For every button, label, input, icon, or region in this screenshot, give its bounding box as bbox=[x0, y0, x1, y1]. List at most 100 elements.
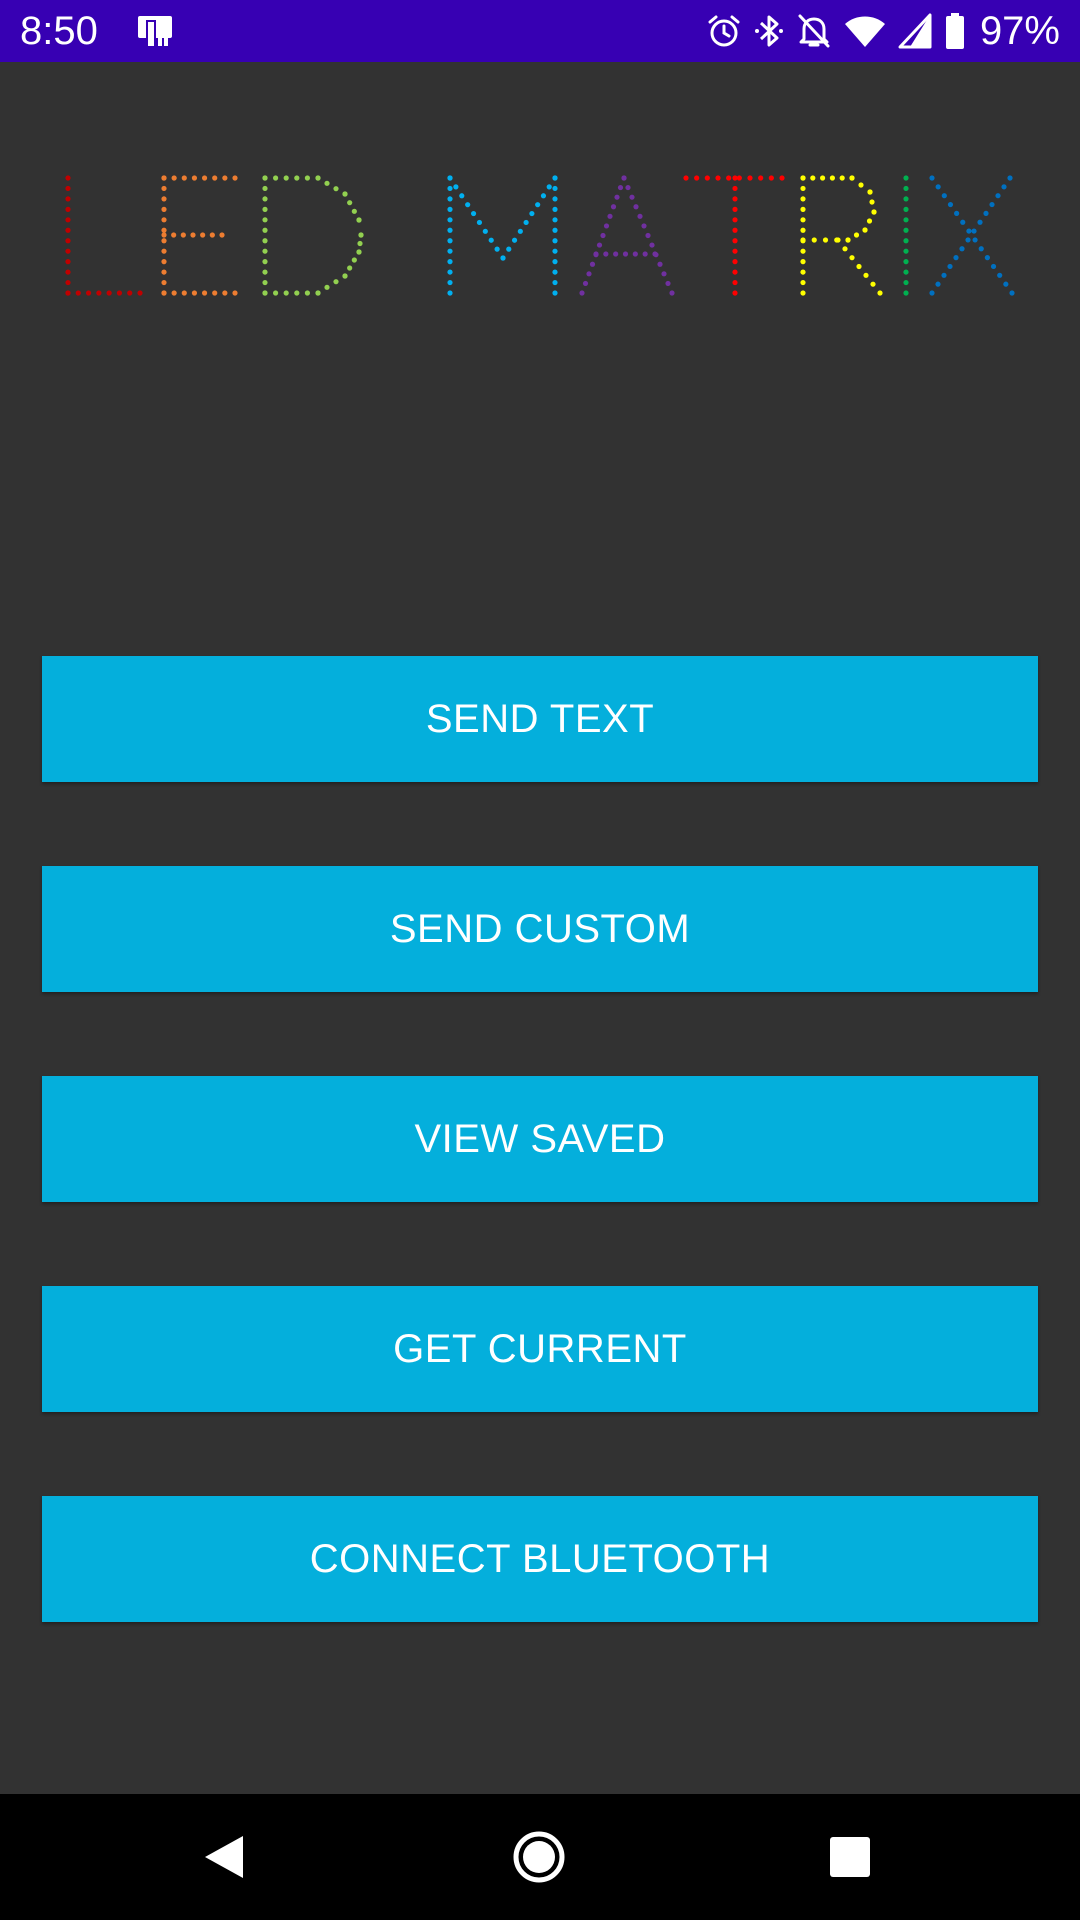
led-dot bbox=[506, 246, 512, 252]
led-dot bbox=[1009, 290, 1015, 296]
led-dot bbox=[65, 217, 71, 223]
led-dot bbox=[342, 191, 348, 197]
led-dot bbox=[715, 175, 721, 181]
led-dot bbox=[161, 232, 167, 238]
led-dot bbox=[262, 175, 268, 181]
led-dot bbox=[470, 210, 477, 217]
led-dot bbox=[669, 290, 675, 296]
led-dot bbox=[935, 184, 941, 190]
led-dot bbox=[304, 290, 310, 296]
led-dot bbox=[181, 290, 187, 296]
led-dot bbox=[447, 238, 453, 244]
led-dot bbox=[65, 238, 71, 244]
led-dot bbox=[552, 196, 558, 202]
led-dot bbox=[903, 217, 909, 223]
led-dot bbox=[85, 290, 92, 296]
led-dot bbox=[947, 201, 954, 208]
led-dot bbox=[829, 175, 836, 181]
connect-bluetooth-button[interactable]: CONNECT BLUETOOTH bbox=[42, 1496, 1038, 1622]
status-bar: 8:50 97% bbox=[0, 0, 1080, 62]
get-current-button[interactable]: GET CURRENT bbox=[42, 1286, 1038, 1412]
led-dot bbox=[959, 246, 965, 252]
led-dot bbox=[989, 201, 995, 208]
send-text-button[interactable]: SEND TEXT bbox=[42, 656, 1038, 782]
led-dot bbox=[822, 237, 829, 243]
status-icons: 97% bbox=[700, 8, 1060, 54]
led-dot bbox=[96, 290, 102, 296]
led-dot bbox=[903, 259, 909, 265]
led-dot bbox=[476, 219, 483, 226]
led-dot bbox=[800, 259, 806, 265]
led-dot bbox=[127, 290, 133, 296]
led-dot bbox=[811, 237, 817, 243]
led-dot bbox=[1001, 184, 1007, 190]
home-icon[interactable] bbox=[506, 1824, 572, 1890]
led-dot bbox=[862, 227, 868, 233]
led-dot bbox=[732, 248, 738, 254]
view-saved-button[interactable]: VIEW SAVED bbox=[42, 1076, 1038, 1202]
led-dot bbox=[161, 185, 167, 192]
led-dot bbox=[262, 217, 268, 223]
back-icon[interactable] bbox=[192, 1824, 258, 1890]
led-dot bbox=[632, 251, 638, 257]
led-dot bbox=[903, 175, 909, 181]
led-dot bbox=[171, 290, 177, 296]
led-dot bbox=[953, 255, 959, 261]
led-dot bbox=[552, 217, 558, 223]
led-dot bbox=[294, 290, 300, 296]
led-dot bbox=[273, 290, 279, 296]
wifi-icon bbox=[844, 16, 885, 47]
led-dot bbox=[965, 237, 971, 243]
led-dot bbox=[642, 251, 648, 257]
led-dot bbox=[283, 290, 289, 296]
led-dot bbox=[447, 175, 453, 181]
led-dot bbox=[903, 279, 909, 286]
led-dot bbox=[552, 279, 558, 286]
led-dot bbox=[161, 196, 167, 202]
led-dot bbox=[732, 206, 738, 212]
led-dot bbox=[552, 175, 558, 181]
led-dot bbox=[356, 249, 362, 255]
led-dot bbox=[517, 228, 523, 234]
send-custom-button[interactable]: SEND CUSTOM bbox=[42, 866, 1038, 992]
led-dot bbox=[65, 206, 71, 212]
led-dot bbox=[262, 259, 268, 265]
led-dot bbox=[800, 237, 806, 243]
led-dot bbox=[347, 265, 353, 271]
led-dot bbox=[304, 175, 310, 181]
led-dot bbox=[800, 196, 806, 202]
led-dot bbox=[732, 217, 738, 223]
led-dot bbox=[181, 175, 187, 181]
led-dot bbox=[262, 248, 268, 254]
led-dot bbox=[903, 248, 909, 254]
led-dot bbox=[947, 263, 953, 270]
led-dot bbox=[977, 219, 983, 225]
led-dot bbox=[800, 217, 806, 223]
led-dot bbox=[629, 194, 635, 200]
led-dot bbox=[935, 281, 941, 287]
led-dot bbox=[610, 204, 617, 210]
led-dot bbox=[657, 261, 663, 267]
led-dot bbox=[106, 290, 112, 296]
led-dot bbox=[971, 228, 977, 234]
led-dot bbox=[835, 237, 841, 243]
led-dot bbox=[546, 184, 552, 190]
led-dot bbox=[858, 182, 864, 188]
recents-icon[interactable] bbox=[817, 1824, 883, 1890]
led-dot bbox=[552, 206, 558, 212]
led-dot bbox=[732, 279, 738, 286]
led-dot bbox=[333, 279, 339, 285]
led-dot bbox=[614, 194, 620, 200]
led-dot bbox=[459, 193, 465, 199]
led-dot bbox=[984, 255, 990, 261]
led-dot bbox=[65, 196, 71, 202]
led-dot bbox=[201, 290, 208, 296]
led-dot bbox=[171, 175, 177, 181]
led-dot bbox=[990, 263, 997, 270]
led-dot bbox=[810, 175, 816, 181]
cellular-signal-icon bbox=[898, 13, 932, 49]
led-dot bbox=[972, 237, 978, 243]
bluetooth-icon bbox=[754, 15, 783, 47]
led-dot bbox=[294, 175, 300, 181]
led-dot bbox=[586, 271, 592, 277]
